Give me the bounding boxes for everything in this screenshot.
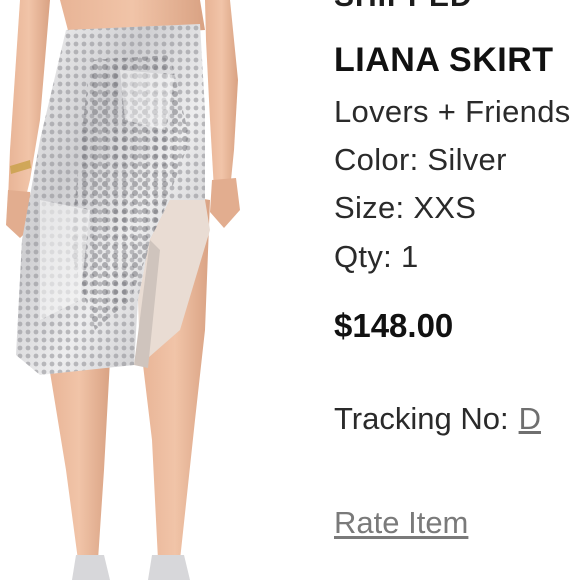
product-title[interactable]: LIANA SKIRT [334, 41, 554, 80]
tracking-row: Tracking No: D [334, 401, 541, 437]
tracking-label: Tracking No: [334, 401, 509, 436]
product-color: Color: Silver [334, 142, 507, 177]
tracking-number-link[interactable]: D [519, 401, 541, 436]
product-image[interactable] [0, 0, 250, 580]
product-price: $148.00 [334, 307, 454, 344]
order-status: SHIPPED [334, 0, 473, 14]
order-item-details: SHIPPED LIANA SKIRT Lovers + Friends Col… [334, 0, 580, 580]
product-brand: Lovers + Friends [334, 94, 571, 129]
rate-item-link[interactable]: Rate Item [334, 505, 468, 541]
product-size: Size: XXS [334, 190, 477, 225]
skirt-photo [0, 0, 250, 580]
product-quantity: Qty: 1 [334, 239, 419, 274]
order-item-screen: SHIPPED LIANA SKIRT Lovers + Friends Col… [0, 0, 580, 580]
